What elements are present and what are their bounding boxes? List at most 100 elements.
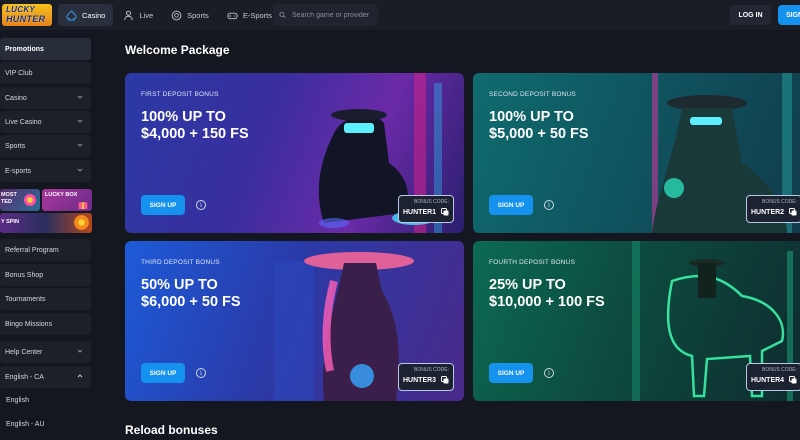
top-bar: LUCKY HUNTER Casino Live Sports E-Sports… [0,0,800,30]
bonus-code-box[interactable]: BONUS CODE: HUNTER2 [746,195,800,223]
chevron-down-icon [77,143,83,147]
logo-line-1: LUCKY [6,5,36,14]
spade-icon [66,9,77,21]
sidebar-item-label: Live Casino [5,118,42,126]
bonus-card-label: FOURTH DEPOSIT BONUS [489,259,576,266]
sidebar-item-label: Referral Program [5,246,59,254]
sidebar-item-referral[interactable]: Referral Program [0,239,91,261]
sidebar-item-bingo-missions[interactable]: Bingo Missions [0,313,91,335]
chevron-up-icon [77,374,83,378]
person-icon [124,10,134,20]
nav-live-label: Live [139,10,154,20]
promo-tile-label: Y SPIN [1,219,19,225]
language-option-english[interactable]: English [0,391,91,409]
bonus-card-label: FIRST DEPOSIT BONUS [141,91,219,98]
sidebar-item-label: Promotions [5,45,44,53]
sidebar-item-esports[interactable]: E-sports [0,160,91,182]
sidebar-item-sports[interactable]: Sports [0,135,91,157]
sidebar-item-label: Bingo Missions [5,320,53,328]
bonus-code-label: BONUS CODE: [761,367,797,373]
language-select[interactable]: English - CA [0,366,91,388]
search-icon [279,11,286,19]
sidebar-promo-tiles: MOST TED LUCKY BOX Y SPIN [0,189,92,235]
sidebar: Promotions VIP Club Casino Live Casino S… [0,34,94,440]
bonus-card-headline: 25% UP TO $10,000 + 100 FS [489,277,605,310]
sidebar-item-vip-club[interactable]: VIP Club [0,62,91,84]
nav-esports-label: E-Sports [242,10,272,20]
language-option-label: English [6,396,29,404]
ball-icon [171,10,182,20]
bonus-code-box[interactable]: BONUS CODE: HUNTER1 [398,195,454,223]
badge-icon [24,194,36,206]
chevron-down-icon [77,119,83,123]
bonus-code-label: BONUS CODE: [761,199,797,205]
signup-button[interactable]: SIGN UP [489,363,533,383]
sidebar-item-bonus-shop[interactable]: Bonus Shop [0,264,91,286]
copy-icon[interactable] [441,208,449,216]
promo-tile-lucky-box[interactable]: LUCKY BOX [42,189,92,211]
sidebar-item-label: Sports [5,142,26,150]
sidebar-item-live-casino[interactable]: Live Casino [0,111,91,133]
nav-sports[interactable]: Sports [163,4,217,26]
nav-casino[interactable]: Casino [58,4,114,26]
info-icon[interactable]: i [544,368,554,378]
bonus-code-value: HUNTER3 [403,376,437,384]
bonus-card-fourth-deposit[interactable]: FOURTH DEPOSIT BONUS 25% UP TO $10,000 +… [473,241,800,401]
copy-icon[interactable] [789,376,797,384]
info-icon[interactable]: i [196,200,206,210]
promo-tile-label: MOST TED [1,192,17,205]
promo-tile-most-rated[interactable]: MOST TED [0,189,40,211]
sidebar-item-label: E-sports [5,167,32,175]
bonus-code-label: BONUS CODE: [413,367,449,373]
sidebar-item-label: Help Center [5,348,43,356]
reload-bonuses-title: Reload bonuses [125,423,218,437]
bonus-code-value: HUNTER2 [751,208,785,216]
login-button[interactable]: LOG IN [730,5,771,25]
bonus-card-headline: 100% UP TO $5,000 + 50 FS [489,109,589,142]
chevron-down-icon [77,349,83,353]
nav-live[interactable]: Live [115,4,161,26]
sidebar-item-tournaments[interactable]: Tournaments [0,288,91,310]
bonus-card-first-deposit[interactable]: FIRST DEPOSIT BONUS 100% UP TO $4,000 + … [125,73,464,233]
nav-casino-label: Casino [82,10,106,20]
brand-logo[interactable]: LUCKY HUNTER [0,2,54,28]
info-icon[interactable]: i [544,200,554,210]
signup-button[interactable]: SIGN UP [489,195,533,215]
search-box[interactable] [273,4,378,26]
bonus-code-box[interactable]: BONUS CODE: HUNTER4 [746,363,800,391]
bonus-code-value: HUNTER4 [751,376,785,384]
signup-button[interactable]: SIGN [778,5,800,25]
signup-button[interactable]: SIGN UP [141,195,185,215]
search-input[interactable] [292,11,378,19]
sidebar-item-casino[interactable]: Casino [0,87,91,109]
sidebar-item-promotions[interactable]: Promotions [0,38,91,60]
sidebar-item-label: Tournaments [5,295,46,303]
sidebar-item-label: VIP Club [5,69,33,77]
chevron-down-icon [77,95,83,99]
main-nav: Casino Live Sports E-Sports [58,4,280,26]
chevron-down-icon [77,168,83,172]
bonus-card-headline: 50% UP TO $6,000 + 50 FS [141,277,241,310]
wheel-icon [74,215,89,230]
promo-tile-spin[interactable]: Y SPIN [0,213,92,233]
gift-icon [78,202,88,210]
bonus-code-value: HUNTER1 [403,208,437,216]
logo-line-2: HUNTER [6,14,46,24]
signup-button[interactable]: SIGN UP [141,363,185,383]
bonus-code-label: BONUS CODE: [413,199,449,205]
copy-icon[interactable] [441,376,449,384]
bonus-card-second-deposit[interactable]: SECOND DEPOSIT BONUS 100% UP TO $5,000 +… [473,73,800,233]
bonus-card-headline: 100% UP TO $4,000 + 150 FS [141,109,249,142]
bonus-card-third-deposit[interactable]: THIRD DEPOSIT BONUS 50% UP TO $6,000 + 5… [125,241,464,401]
logo-badge: LUCKY HUNTER [2,4,52,26]
gamepad-icon [227,12,238,19]
sidebar-item-help-center[interactable]: Help Center [0,341,91,363]
sidebar-item-label: Casino [5,94,27,102]
promo-tile-label: LUCKY BOX [45,192,78,198]
nav-sports-label: Sports [187,10,209,20]
language-option-english-au[interactable]: English - AU [0,415,91,433]
bonus-code-box[interactable]: BONUS CODE: HUNTER3 [398,363,454,391]
info-icon[interactable]: i [196,368,206,378]
nav-esports[interactable]: E-Sports [219,4,280,26]
copy-icon[interactable] [789,208,797,216]
